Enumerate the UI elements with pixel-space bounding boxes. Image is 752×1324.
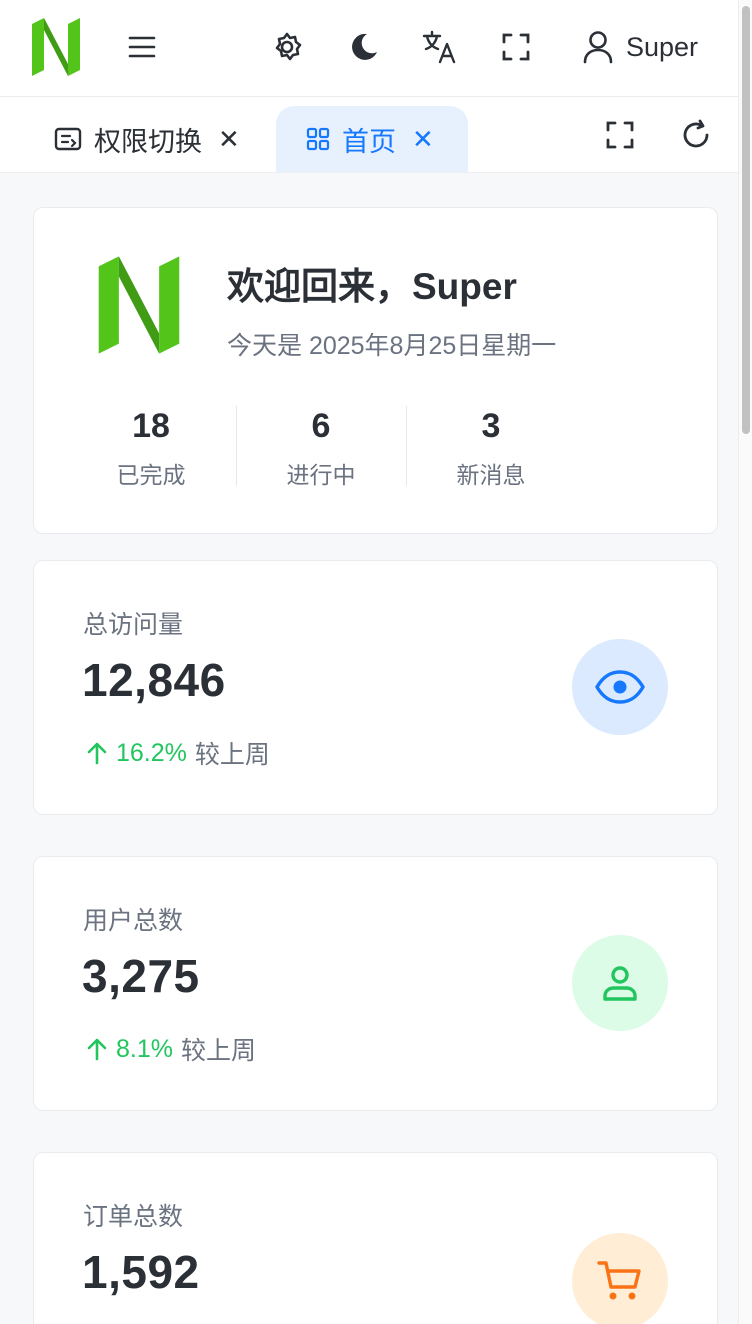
tab-label: 首页 (342, 126, 396, 157)
stat-completed: 18 已完成 (66, 404, 236, 490)
metric-label: 订单总数 (83, 1203, 184, 1231)
settings-gear-icon[interactable] (267, 27, 307, 67)
stat-value: 6 (311, 407, 331, 445)
menu-toggle-icon[interactable] (122, 27, 162, 67)
logo-icon (98, 256, 180, 354)
user-name: Super (626, 31, 699, 62)
cart-icon (597, 1261, 641, 1300)
stat-label: 新消息 (456, 462, 526, 488)
metric-value: 3,275 (82, 950, 200, 1002)
metric-trend: 16.2% 较上周 (86, 735, 270, 771)
metric-value: 12,846 (82, 654, 226, 706)
stat-in-progress: 6 进行中 (236, 404, 406, 490)
tab-permission-switch[interactable]: 权限切换 ✕ (54, 106, 240, 172)
trend-text: 较上周 (194, 741, 270, 769)
metric-label: 用户总数 (83, 907, 184, 935)
arrow-up-icon (87, 1038, 107, 1061)
metric-icon-circle (572, 1233, 668, 1324)
metric-label: 总访问量 (83, 611, 184, 639)
stat-value: 3 (481, 407, 501, 445)
stat-new-messages: 3 新消息 (406, 404, 576, 490)
trend-value: 8.1% (116, 1034, 173, 1063)
logo-icon[interactable] (28, 14, 84, 80)
user-menu[interactable]: Super (582, 27, 698, 67)
user-icon (603, 966, 637, 1001)
welcome-title: 欢迎回来，Super (227, 266, 517, 307)
trend-value: 16.2% (116, 738, 187, 767)
scrollbar-thumb[interactable] (742, 6, 750, 434)
tab-home[interactable]: 首页 ✕ (276, 106, 468, 172)
arrow-up-icon (87, 742, 107, 765)
dashboard-grid-icon (306, 127, 330, 151)
page-scrollbar[interactable] (738, 0, 752, 1324)
tab-bar: 权限切换 ✕ 首页 ✕ (0, 97, 738, 173)
metric-value: 1,592 (82, 1246, 200, 1298)
tab-fullscreen-icon[interactable] (600, 115, 640, 155)
metric-icon-circle (572, 935, 668, 1031)
stat-label: 已完成 (116, 462, 186, 488)
welcome-date: 今天是 2025年8月25日星期一 (227, 332, 557, 360)
stat-value: 18 (132, 407, 170, 445)
metric-card-visits: 总访问量 12,846 16.2% 较上周 (33, 560, 718, 815)
trend-text: 较上周 (180, 1037, 256, 1065)
metric-trend: 8.1% 较上周 (86, 1031, 256, 1067)
metric-card-orders: 订单总数 1,592 (33, 1152, 718, 1324)
close-icon[interactable]: ✕ (412, 126, 434, 152)
eye-icon (595, 670, 645, 704)
switch-icon (54, 127, 82, 151)
refresh-icon[interactable] (676, 115, 716, 155)
top-header: Super (0, 0, 738, 97)
metric-card-users: 用户总数 3,275 8.1% 较上周 (33, 856, 718, 1111)
stat-label: 进行中 (286, 462, 356, 488)
welcome-card: 欢迎回来，Super 今天是 2025年8月25日星期一 18 已完成 6 进行… (33, 207, 718, 534)
language-translate-icon[interactable] (420, 27, 460, 67)
close-icon[interactable]: ✕ (218, 126, 240, 152)
metric-icon-circle (572, 639, 668, 735)
dark-mode-moon-icon[interactable] (344, 27, 384, 67)
tab-label: 权限切换 (94, 126, 202, 157)
fullscreen-icon[interactable] (496, 27, 536, 67)
welcome-stats: 18 已完成 6 进行中 3 新消息 (66, 404, 576, 490)
user-avatar-icon (583, 31, 613, 64)
